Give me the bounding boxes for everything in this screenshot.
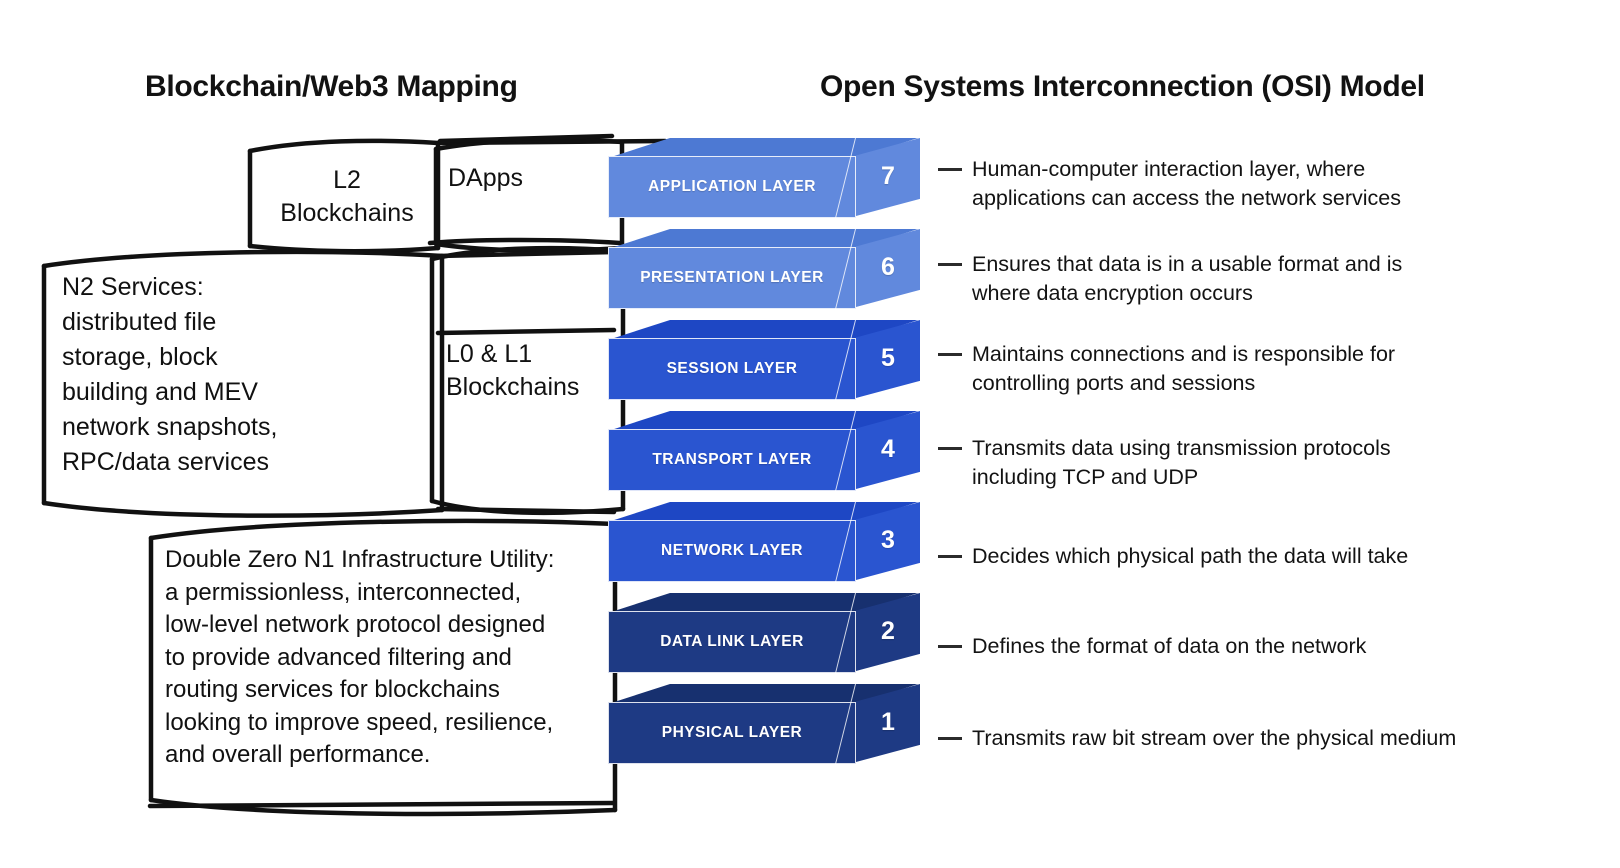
layer-description-2: Defines the format of data on the networ… <box>938 632 1366 661</box>
layer-front-face: DATA LINK LAYER <box>608 611 856 673</box>
dash-icon <box>938 555 962 558</box>
mapping-box-l0l1-label: L0 & L1 Blockchains <box>446 340 580 401</box>
layer-front-face: SESSION LAYER <box>608 338 856 400</box>
layer-name: NETWORK LAYER <box>661 542 803 559</box>
layer-description-text: Human-computer interaction layer, where … <box>972 157 1402 210</box>
layer-description-text: Maintains connections and is responsible… <box>972 342 1396 395</box>
layer-number: 7 <box>881 161 895 190</box>
layer-description-text: Transmits raw bit stream over the physic… <box>972 726 1457 750</box>
layer-number: 3 <box>881 525 895 554</box>
osi-layer-stack: APPLICATION LAYER 7 PRESENTATION LAYER 6… <box>608 138 938 788</box>
mapping-box-n2-services: N2 Services: distributed file storage, b… <box>38 249 445 518</box>
layer-description-1: Transmits raw bit stream over the physic… <box>938 724 1456 753</box>
layer-description-6: Ensures that data is in a usable format … <box>938 250 1402 308</box>
left-column-title: Blockchain/Web3 Mapping <box>145 70 518 103</box>
mapping-box-l2-label: L2 Blockchains <box>280 166 414 227</box>
layer-description-5: Maintains connections and is responsible… <box>938 340 1395 398</box>
dash-icon <box>938 168 962 171</box>
layer-number: 2 <box>881 616 895 645</box>
layer-name: PRESENTATION LAYER <box>640 269 824 286</box>
layer-name: TRANSPORT LAYER <box>652 451 812 468</box>
layer-description-3: Decides which physical path the data wil… <box>938 542 1408 571</box>
layer-name: DATA LINK LAYER <box>660 633 804 650</box>
layer-description-text: Transmits data using transmission protoc… <box>972 436 1391 489</box>
layer-number: 1 <box>881 707 895 736</box>
mapping-box-l2-blockchains: L2 Blockchains <box>245 138 668 254</box>
layer-description-text: Decides which physical path the data wil… <box>972 544 1409 568</box>
layer-name: APPLICATION LAYER <box>648 178 816 195</box>
layer-description-text: Defines the format of data on the networ… <box>972 634 1367 658</box>
layer-number: 6 <box>881 252 895 281</box>
mapping-box-dapps: DApps <box>430 132 625 253</box>
dash-icon <box>938 737 962 740</box>
dash-icon <box>938 447 962 450</box>
layer-front-face: TRANSPORT LAYER <box>608 429 856 491</box>
layer-front-face: APPLICATION LAYER <box>608 156 856 218</box>
mapping-box-n2-label: N2 Services: distributed file storage, b… <box>62 273 278 476</box>
layer-name: PHYSICAL LAYER <box>661 724 803 741</box>
dash-icon <box>938 645 962 648</box>
layer-number: 5 <box>881 343 895 372</box>
layer-front-face: NETWORK LAYER <box>608 520 856 582</box>
right-column-title: Open Systems Interconnection (OSI) Model <box>820 70 1425 103</box>
mapping-box-l0-l1-blockchains: L0 & L1 Blockchains <box>428 243 631 516</box>
dash-icon <box>938 353 962 356</box>
layer-description-text: Ensures that data is in a usable format … <box>972 252 1403 305</box>
dash-icon <box>938 263 962 266</box>
mapping-box-double-zero-n1: Double Zero N1 Infrastructure Utility: a… <box>145 518 618 817</box>
layer-number: 4 <box>881 434 895 463</box>
layer-description-4: Transmits data using transmission protoc… <box>938 434 1391 492</box>
layer-name: SESSION LAYER <box>666 360 798 377</box>
osi-diagram-canvas: Blockchain/Web3 Mapping Open Systems Int… <box>0 0 1620 868</box>
mapping-box-dapps-label: DApps <box>448 164 524 192</box>
layer-front-face: PHYSICAL LAYER <box>608 702 856 764</box>
mapping-box-double-zero-label: Double Zero N1 Infrastructure Utility: a… <box>165 546 555 768</box>
layer-front-face: PRESENTATION LAYER <box>608 247 856 309</box>
layer-description-7: Human-computer interaction layer, where … <box>938 155 1401 213</box>
